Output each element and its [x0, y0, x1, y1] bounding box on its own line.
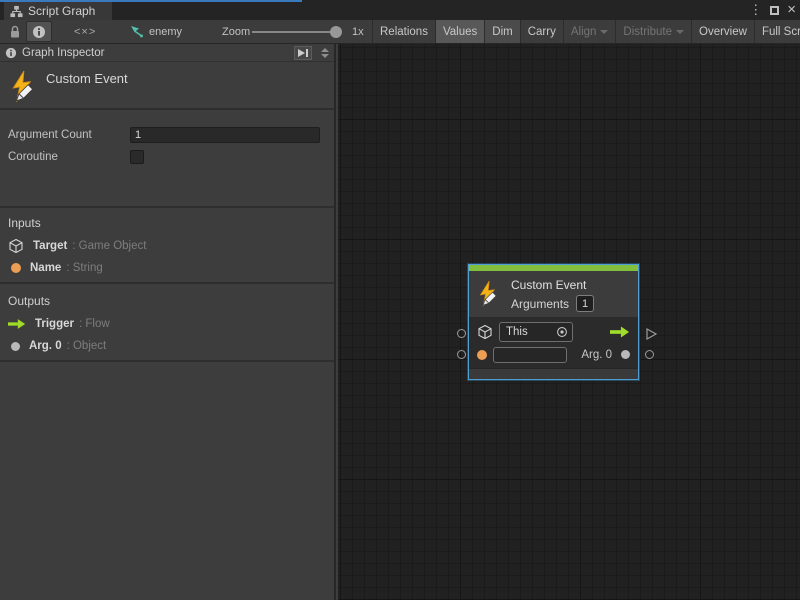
argument-count-label: Argument Count [8, 129, 130, 141]
info-icon [5, 47, 17, 59]
code-view-icon[interactable]: <×> [74, 20, 96, 43]
target-object-dropdown[interactable]: This [499, 322, 573, 342]
coroutine-label: Coroutine [8, 151, 130, 163]
input-port-target: Target : Game Object [8, 238, 146, 254]
cube-icon [8, 238, 24, 254]
node-row-target: This [469, 320, 638, 343]
values-button[interactable]: Values [435, 20, 484, 43]
zoom-label: Zoom [222, 20, 250, 43]
event-settings: Argument Count Coroutine [0, 112, 334, 208]
dim-button[interactable]: Dim [484, 20, 519, 43]
green-arrow-icon [610, 326, 630, 338]
object-picker-icon [556, 326, 568, 338]
name-value-field[interactable] [493, 347, 567, 363]
input-port-name: Name : String [8, 260, 103, 276]
node-footer [469, 368, 638, 379]
full-screen-button[interactable]: Full Screen [754, 20, 800, 43]
graph-inspector-panel: Graph Inspector Custom Event A [0, 44, 336, 600]
gray-dot-icon [621, 350, 630, 359]
inspector-event-title: Custom Event [46, 71, 128, 86]
zoom-slider-track[interactable] [252, 31, 338, 33]
title-bar: Script Graph ⋮ × [0, 0, 800, 20]
menu-icon[interactable]: ⋮ [749, 2, 762, 18]
orange-dot-icon [477, 350, 487, 360]
argument-count-row: Argument Count [8, 126, 326, 144]
outputs-header: Outputs [8, 294, 50, 308]
node-input-port-target[interactable] [457, 329, 466, 338]
coroutine-row: Coroutine [8, 148, 326, 166]
node-output-port-arg0[interactable] [645, 350, 654, 359]
panel-title: Graph Inspector [22, 47, 289, 59]
inputs-header: Inputs [8, 216, 41, 230]
custom-event-icon [9, 69, 41, 105]
arg0-label: Arg. 0 [581, 349, 612, 361]
graph-canvas[interactable]: Custom Event Arguments 1 This [338, 44, 800, 600]
output-port-trigger: Trigger : Flow [8, 316, 110, 332]
graph-reference-label: enemy [149, 26, 182, 38]
output-port-arg0: Arg. 0 : Object [8, 338, 106, 354]
align-dropdown-button[interactable]: Align [563, 20, 616, 43]
node-title: Custom Event [511, 278, 586, 292]
cube-icon [477, 324, 493, 340]
info-icon [32, 25, 46, 39]
graph-hierarchy-icon [10, 5, 23, 18]
custom-event-icon [477, 279, 503, 309]
node-output-port-trigger[interactable] [644, 327, 658, 341]
inspector-toggle-button[interactable] [26, 21, 52, 42]
outputs-section: Outputs Trigger : Flow Arg. 0 : Object [0, 286, 334, 362]
node-body: This Arg. 0 [469, 317, 638, 368]
lock-icon[interactable] [8, 20, 22, 43]
carry-button[interactable]: Carry [520, 20, 563, 43]
event-header-block: Custom Event [0, 62, 334, 110]
dock-panel-button[interactable] [294, 46, 312, 60]
arguments-value-field[interactable]: 1 [576, 295, 594, 312]
script-graph-window: Script Graph ⋮ × <×> [0, 0, 800, 600]
inputs-section: Inputs Target : Game Object Name : Strin… [0, 208, 334, 284]
toolbar-button-group: Relations Values Dim Carry Align Distrib… [372, 20, 800, 43]
chevron-down-icon [676, 30, 684, 34]
node-arguments: Arguments 1 [511, 295, 594, 312]
gray-dot-icon [11, 342, 20, 351]
maximize-icon[interactable] [770, 6, 779, 15]
relations-button[interactable]: Relations [372, 20, 435, 43]
chevron-down-icon [600, 30, 608, 34]
spinner-up-icon [321, 48, 329, 52]
green-arrow-icon [8, 318, 26, 330]
node-row-arg0: Arg. 0 [469, 343, 638, 366]
node-header[interactable]: Custom Event Arguments 1 [469, 271, 638, 317]
graph-reference[interactable]: enemy [130, 20, 182, 43]
script-graph-asset-icon [130, 25, 144, 38]
graph-inspector-header: Graph Inspector [0, 44, 334, 62]
distribute-dropdown-button[interactable]: Distribute [615, 20, 691, 43]
custom-event-node[interactable]: Custom Event Arguments 1 This [468, 264, 639, 380]
dock-arrow-icon [297, 48, 309, 58]
argument-count-input[interactable] [130, 127, 320, 143]
node-input-port-name[interactable] [457, 350, 466, 359]
tab-label: Script Graph [28, 4, 95, 18]
overview-button[interactable]: Overview [691, 20, 754, 43]
spinner-down-icon [321, 54, 329, 58]
zoom-slider-handle[interactable] [330, 26, 342, 38]
zoom-value: 1x [352, 20, 364, 43]
window-controls: ⋮ × [749, 2, 796, 18]
close-icon[interactable]: × [787, 2, 796, 18]
coroutine-checkbox[interactable] [130, 150, 144, 164]
tab-script-graph[interactable]: Script Graph [4, 2, 112, 20]
toolbar: <×> enemy Zoom 1x Relations Values Dim [0, 20, 800, 44]
arguments-label: Arguments [511, 297, 569, 311]
panel-spinner[interactable] [319, 45, 331, 61]
orange-dot-icon [11, 263, 21, 273]
